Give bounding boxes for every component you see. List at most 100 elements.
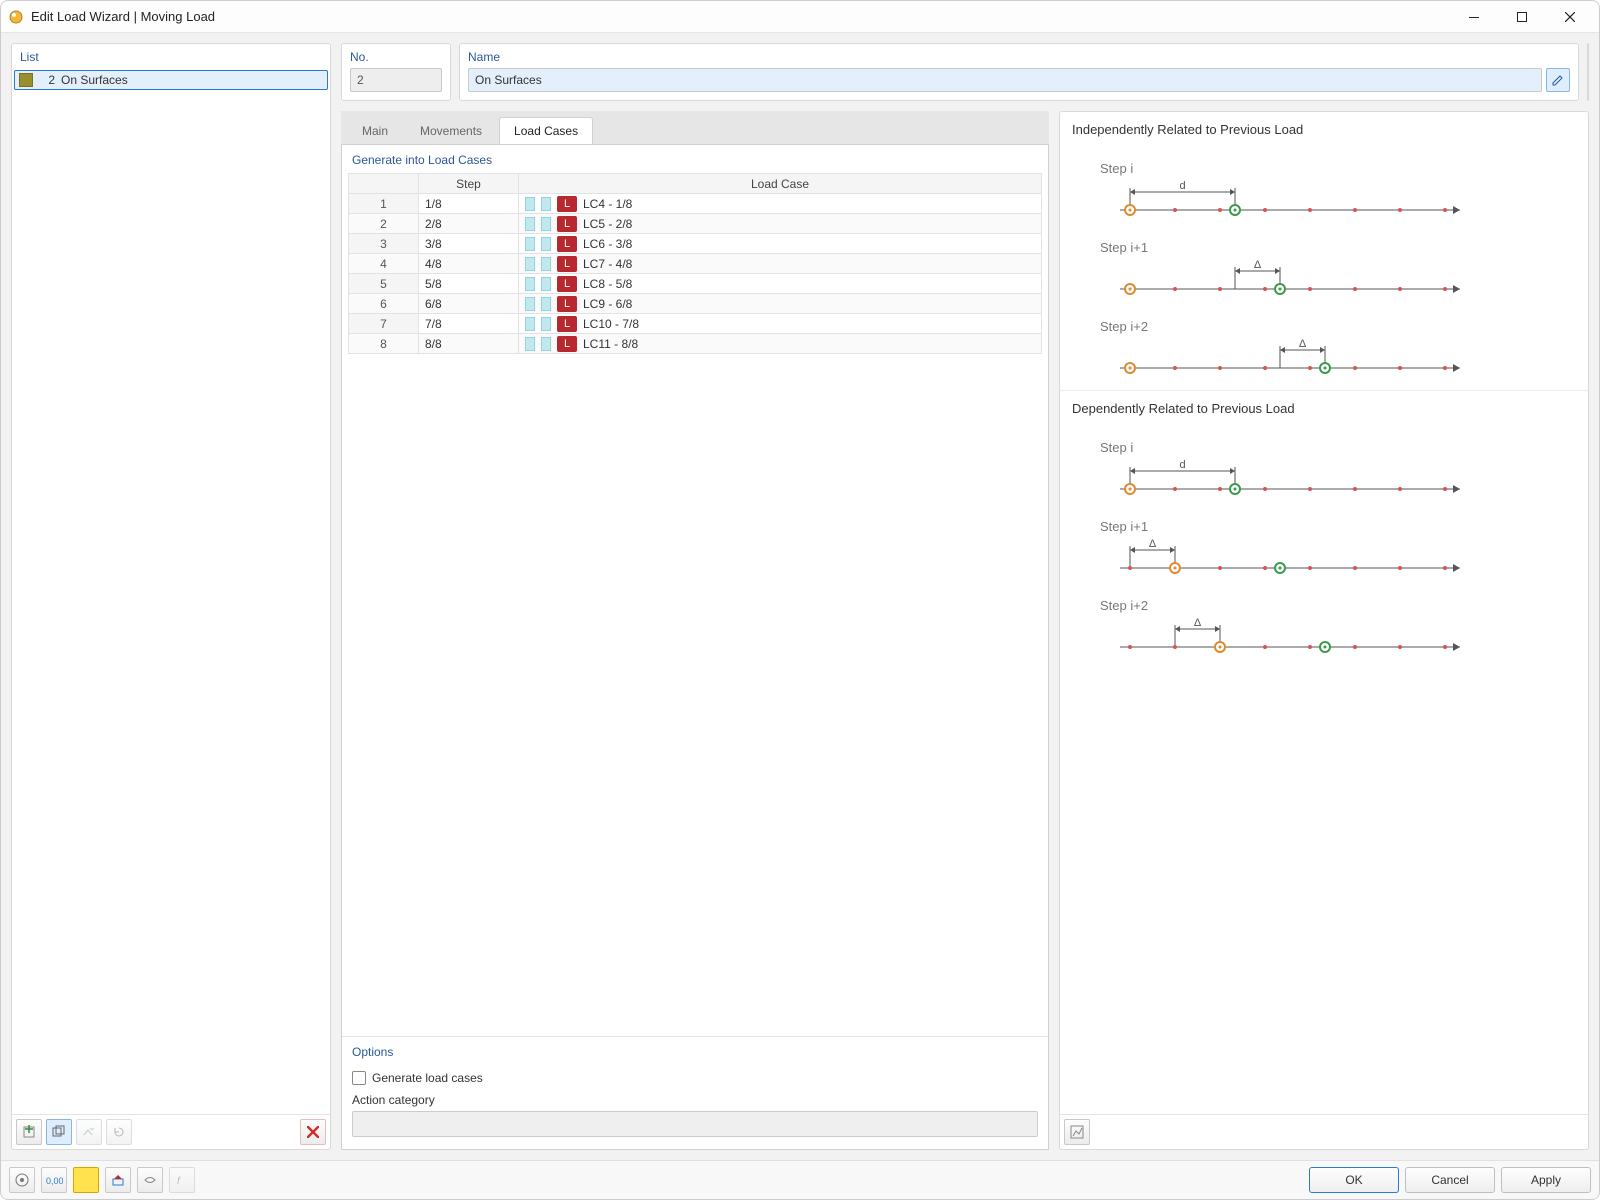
row-step: 1/8 [419,194,519,214]
cancel-button[interactable]: Cancel [1405,1167,1495,1193]
checkbox-label: Generate load cases [372,1071,483,1085]
row-number: 3 [349,234,419,254]
step-label: Step i [1100,161,1576,176]
list-body[interactable]: 2 On Surfaces [12,68,330,1114]
svg-text:d: d [1179,180,1185,192]
row-load-case: LLC8 - 5/8 [519,274,1042,294]
diagram-dependent: Step idStep i+1ΔStep i+2Δ [1060,420,1588,669]
model-button[interactable] [105,1167,131,1193]
delete-item-button[interactable] [300,1119,326,1145]
reset-button[interactable] [106,1119,132,1145]
list-toolbar [12,1114,330,1149]
table-row[interactable]: 44/8LLC7 - 4/8 [349,254,1042,274]
lc-badge-icon: L [557,316,577,332]
units-button[interactable]: 0,00 [41,1167,67,1193]
table-row[interactable]: 55/8LLC8 - 5/8 [349,274,1042,294]
lc-color-icon [525,217,535,231]
table-row[interactable]: 66/8LLC9 - 6/8 [349,294,1042,314]
options-title: Options [352,1045,1038,1063]
table-row[interactable]: 11/8LLC4 - 1/8 [349,194,1042,214]
window-controls [1451,2,1593,32]
lc-color-icon [541,337,551,351]
row-load-case: LLC11 - 8/8 [519,334,1042,354]
table-row[interactable]: 33/8LLC6 - 3/8 [349,234,1042,254]
step-diagram: d [1100,459,1576,503]
apply-filter-button[interactable] [76,1119,102,1145]
svg-text:d: d [1179,459,1185,471]
row-number: 8 [349,334,419,354]
table-row[interactable]: 22/8LLC5 - 2/8 [349,214,1042,234]
step-diagram: Δ [1100,259,1576,303]
dialog-body: List 2 On Surfaces [1,33,1599,1160]
duplicate-item-button[interactable] [46,1119,72,1145]
independent-title: Independently Related to Previous Load [1060,112,1588,141]
rename-button[interactable] [1546,68,1570,92]
help-button[interactable] [9,1167,35,1193]
lc-color-icon [541,297,551,311]
table-row[interactable]: 77/8LLC10 - 7/8 [349,314,1042,334]
lc-badge-icon: L [557,236,577,252]
row-step: 5/8 [419,274,519,294]
color-button[interactable] [73,1167,99,1193]
dialog-window: Edit Load Wizard | Moving Load List [0,0,1600,1200]
dependent-title: Dependently Related to Previous Load [1060,391,1588,420]
lc-color-icon [541,257,551,271]
tab-content: Generate into Load Cases Step Load Case [341,145,1049,1150]
svg-text:Δ: Δ [1194,617,1202,629]
close-button[interactable] [1547,2,1593,32]
row-number: 2 [349,214,419,234]
generate-load-cases-checkbox[interactable]: Generate load cases [352,1071,1038,1085]
lc-color-icon [525,337,535,351]
tab-movements[interactable]: Movements [405,117,497,144]
svg-text:Δ: Δ [1149,538,1157,550]
svg-text:Δ: Δ [1299,338,1307,350]
tab-main[interactable]: Main [347,117,403,144]
row-load-case: LLC4 - 1/8 [519,194,1042,214]
maximize-button[interactable] [1499,2,1545,32]
list-header: List [12,44,330,68]
number-input[interactable]: 2 [350,68,442,92]
step-diagram: d [1100,180,1576,224]
list-item[interactable]: 2 On Surfaces [14,70,328,90]
lc-color-icon [541,217,551,231]
lc-badge-icon: L [557,196,577,212]
step-label: Step i+1 [1100,240,1576,255]
window-title: Edit Load Wizard | Moving Load [31,9,215,24]
table-row[interactable]: 88/8LLC11 - 8/8 [349,334,1042,354]
lc-color-icon [525,277,535,291]
number-field-block: No. 2 [341,43,451,101]
number-label: No. [350,50,442,64]
svg-text:Δ: Δ [1254,259,1262,271]
action-category-select[interactable] [352,1111,1038,1137]
list-item-index: 2 [39,73,55,87]
titlebar: Edit Load Wizard | Moving Load [1,1,1599,33]
new-item-button[interactable] [16,1119,42,1145]
lc-badge-icon: L [557,336,577,352]
apply-button[interactable]: Apply [1501,1167,1591,1193]
script-button[interactable]: f [169,1167,195,1193]
row-number: 5 [349,274,419,294]
col-step: Step [419,174,519,194]
lc-color-icon [525,237,535,251]
name-field-block: Name On Surfaces [459,43,1579,101]
preview-placeholder [1587,43,1589,101]
row-load-case: LLC7 - 4/8 [519,254,1042,274]
lc-color-icon [525,257,535,271]
tab-load-cases[interactable]: Load Cases [499,117,593,144]
lc-badge-icon: L [557,276,577,292]
row-number: 6 [349,294,419,314]
step-diagram: Δ [1100,617,1576,661]
name-input[interactable]: On Surfaces [468,68,1542,92]
diagram-scroll[interactable]: Independently Related to Previous Load S… [1060,112,1588,1114]
lc-color-icon [541,197,551,211]
minimize-button[interactable] [1451,2,1497,32]
lc-badge-icon: L [557,216,577,232]
lc-badge-icon: L [557,256,577,272]
lc-color-icon [541,277,551,291]
row-number: 7 [349,314,419,334]
ok-button[interactable]: OK [1309,1167,1399,1193]
step-label: Step i [1100,440,1576,455]
view-button[interactable] [137,1167,163,1193]
load-cases-table[interactable]: Step Load Case 11/8LLC4 - 1/822/8LLC5 - … [348,173,1042,354]
diagram-mode-button[interactable] [1064,1119,1090,1145]
